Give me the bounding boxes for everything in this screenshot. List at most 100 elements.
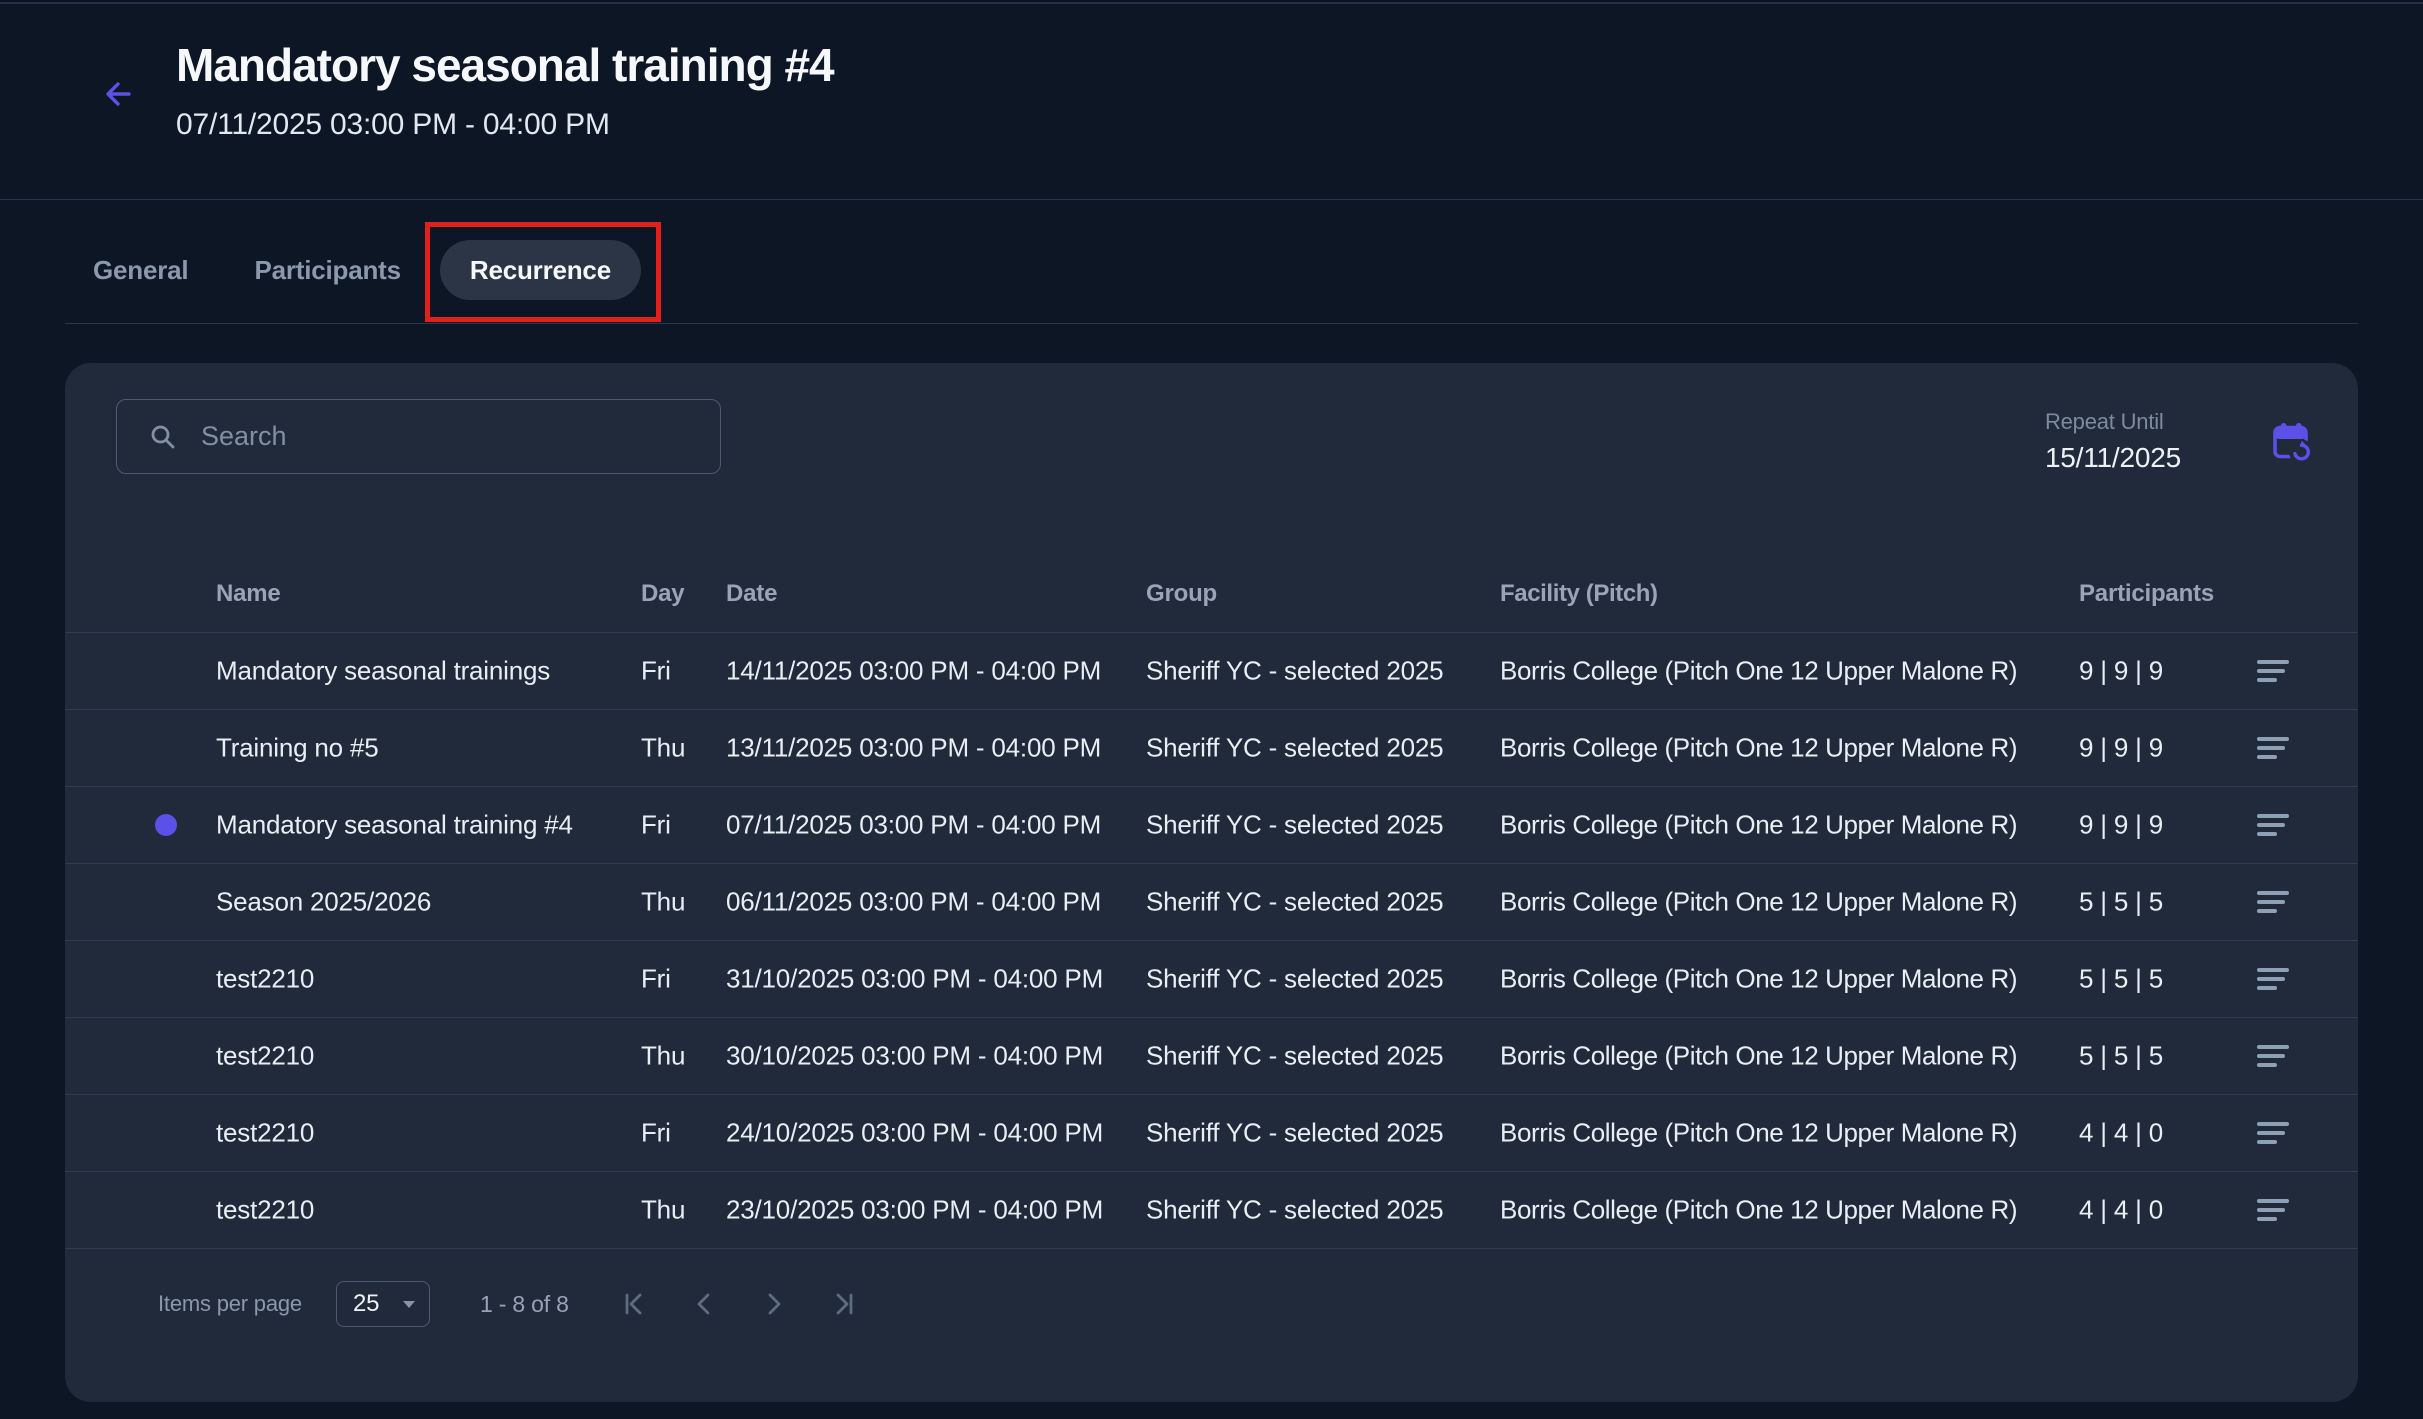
row-details-button[interactable] xyxy=(2251,731,2295,765)
table-body: Mandatory seasonal trainings Fri 14/11/2… xyxy=(65,633,2358,1249)
table-row[interactable]: test2210 Thu 23/10/2025 03:00 PM - 04:00… xyxy=(65,1172,2358,1249)
cell-facility: Borris College (Pitch One 12 Upper Malon… xyxy=(1500,1041,2017,1072)
cell-facility: Borris College (Pitch One 12 Upper Malon… xyxy=(1500,1118,2017,1149)
tab-general[interactable]: General xyxy=(93,240,188,300)
cell-day: Fri xyxy=(641,964,671,995)
previous-page-icon xyxy=(689,1289,719,1319)
row-details-button[interactable] xyxy=(2251,885,2295,919)
page-title: Mandatory seasonal training #4 xyxy=(176,38,834,92)
cell-participants: 5 | 5 | 5 xyxy=(2079,964,2163,995)
repeat-until-label: Repeat Until xyxy=(2045,409,2181,435)
cell-day: Thu xyxy=(641,1041,685,1072)
row-details-button[interactable] xyxy=(2251,654,2295,688)
last-page-button[interactable] xyxy=(821,1281,867,1327)
table-row[interactable]: test2210 Fri 24/10/2025 03:00 PM - 04:00… xyxy=(65,1095,2358,1172)
align-left-icon xyxy=(2257,737,2289,759)
cell-name: test2210 xyxy=(216,1195,314,1226)
cell-name: Mandatory seasonal training #4 xyxy=(216,810,573,841)
cell-date: 30/10/2025 03:00 PM - 04:00 PM xyxy=(726,1041,1103,1072)
row-details-button[interactable] xyxy=(2251,1116,2295,1150)
tab-recurrence[interactable]: Recurrence xyxy=(440,240,641,300)
table-row[interactable]: Season 2025/2026 Thu 06/11/2025 03:00 PM… xyxy=(65,864,2358,941)
cell-participants: 5 | 5 | 5 xyxy=(2079,887,2163,918)
column-header-participants: Participants xyxy=(2079,580,2214,608)
arrow-left-icon xyxy=(100,76,136,112)
cell-name: Mandatory seasonal trainings xyxy=(216,656,550,687)
cell-group: Sheriff YC - selected 2025 xyxy=(1146,1041,1443,1072)
cell-group: Sheriff YC - selected 2025 xyxy=(1146,656,1443,687)
search-icon xyxy=(149,423,177,451)
calendar-sync-icon xyxy=(2271,421,2313,463)
column-header-date: Date xyxy=(726,580,777,608)
cell-date: 14/11/2025 03:00 PM - 04:00 PM xyxy=(726,656,1101,687)
cell-date: 13/11/2025 03:00 PM - 04:00 PM xyxy=(726,733,1101,764)
align-left-icon xyxy=(2257,1045,2289,1067)
next-page-icon xyxy=(759,1289,789,1319)
cell-name: test2210 xyxy=(216,1118,314,1149)
cell-day: Thu xyxy=(641,887,685,918)
recurrence-panel: Repeat Until 15/11/2025 Name D xyxy=(65,363,2358,1402)
cell-participants: 9 | 9 | 9 xyxy=(2079,656,2163,687)
cell-day: Fri xyxy=(641,656,671,687)
calendar-sync-button[interactable] xyxy=(2271,421,2313,463)
items-per-page-select[interactable]: 25 xyxy=(336,1281,430,1327)
align-left-icon xyxy=(2257,814,2289,836)
cell-date: 06/11/2025 03:00 PM - 04:00 PM xyxy=(726,887,1101,918)
cell-participants: 4 | 4 | 0 xyxy=(2079,1195,2163,1226)
cell-date: 07/11/2025 03:00 PM - 04:00 PM xyxy=(726,810,1101,841)
search-box[interactable] xyxy=(116,399,721,474)
prev-page-button[interactable] xyxy=(681,1281,727,1327)
pagination: Items per page 25 1 - 8 of 8 xyxy=(65,1275,2358,1333)
tab-recurrence-label: Recurrence xyxy=(470,255,611,286)
column-header-name: Name xyxy=(216,580,281,608)
first-page-icon xyxy=(619,1289,649,1319)
cell-facility: Borris College (Pitch One 12 Upper Malon… xyxy=(1500,733,2017,764)
cell-name: Season 2025/2026 xyxy=(216,887,431,918)
cell-name: test2210 xyxy=(216,1041,314,1072)
items-per-page-value: 25 xyxy=(353,1290,379,1318)
cell-group: Sheriff YC - selected 2025 xyxy=(1146,733,1443,764)
cell-group: Sheriff YC - selected 2025 xyxy=(1146,964,1443,995)
cell-group: Sheriff YC - selected 2025 xyxy=(1146,887,1443,918)
page-header: Mandatory seasonal training #4 07/11/202… xyxy=(0,0,2423,200)
cell-facility: Borris College (Pitch One 12 Upper Malon… xyxy=(1500,964,2017,995)
cell-facility: Borris College (Pitch One 12 Upper Malon… xyxy=(1500,887,2017,918)
table-row[interactable]: Mandatory seasonal training #4 Fri 07/11… xyxy=(65,787,2358,864)
cell-day: Thu xyxy=(641,733,685,764)
cell-date: 24/10/2025 03:00 PM - 04:00 PM xyxy=(726,1118,1103,1149)
current-row-indicator-dot xyxy=(155,814,177,836)
table-row[interactable]: Training no #5 Thu 13/11/2025 03:00 PM -… xyxy=(65,710,2358,787)
back-button[interactable] xyxy=(100,76,136,112)
column-header-group: Group xyxy=(1146,580,1217,608)
tabs-divider xyxy=(65,323,2358,324)
row-details-button[interactable] xyxy=(2251,1039,2295,1073)
cell-day: Fri xyxy=(641,810,671,841)
table-row[interactable]: test2210 Thu 30/10/2025 03:00 PM - 04:00… xyxy=(65,1018,2358,1095)
repeat-until-value: 15/11/2025 xyxy=(2045,442,2181,474)
cell-facility: Borris College (Pitch One 12 Upper Malon… xyxy=(1500,1195,2017,1226)
page-range-label: 1 - 8 of 8 xyxy=(480,1291,569,1318)
cell-facility: Borris College (Pitch One 12 Upper Malon… xyxy=(1500,656,2017,687)
search-input[interactable] xyxy=(201,421,700,452)
row-details-button[interactable] xyxy=(2251,1193,2295,1227)
page-subtitle: 07/11/2025 03:00 PM - 04:00 PM xyxy=(176,108,834,142)
row-details-button[interactable] xyxy=(2251,962,2295,996)
align-left-icon xyxy=(2257,968,2289,990)
align-left-icon xyxy=(2257,891,2289,913)
tab-bar: General Participants Recurrence xyxy=(0,200,2423,323)
align-left-icon xyxy=(2257,1199,2289,1221)
cell-date: 23/10/2025 03:00 PM - 04:00 PM xyxy=(726,1195,1103,1226)
table-row[interactable]: test2210 Fri 31/10/2025 03:00 PM - 04:00… xyxy=(65,941,2358,1018)
row-details-button[interactable] xyxy=(2251,808,2295,842)
align-left-icon xyxy=(2257,1122,2289,1144)
next-page-button[interactable] xyxy=(751,1281,797,1327)
repeat-until-block: Repeat Until 15/11/2025 xyxy=(2045,409,2313,474)
cell-participants: 5 | 5 | 5 xyxy=(2079,1041,2163,1072)
first-page-button[interactable] xyxy=(611,1281,657,1327)
table-row[interactable]: Mandatory seasonal trainings Fri 14/11/2… xyxy=(65,633,2358,710)
cell-group: Sheriff YC - selected 2025 xyxy=(1146,1195,1443,1226)
caret-down-icon xyxy=(402,1300,416,1309)
cell-participants: 9 | 9 | 9 xyxy=(2079,810,2163,841)
cell-group: Sheriff YC - selected 2025 xyxy=(1146,810,1443,841)
tab-participants[interactable]: Participants xyxy=(254,240,400,300)
